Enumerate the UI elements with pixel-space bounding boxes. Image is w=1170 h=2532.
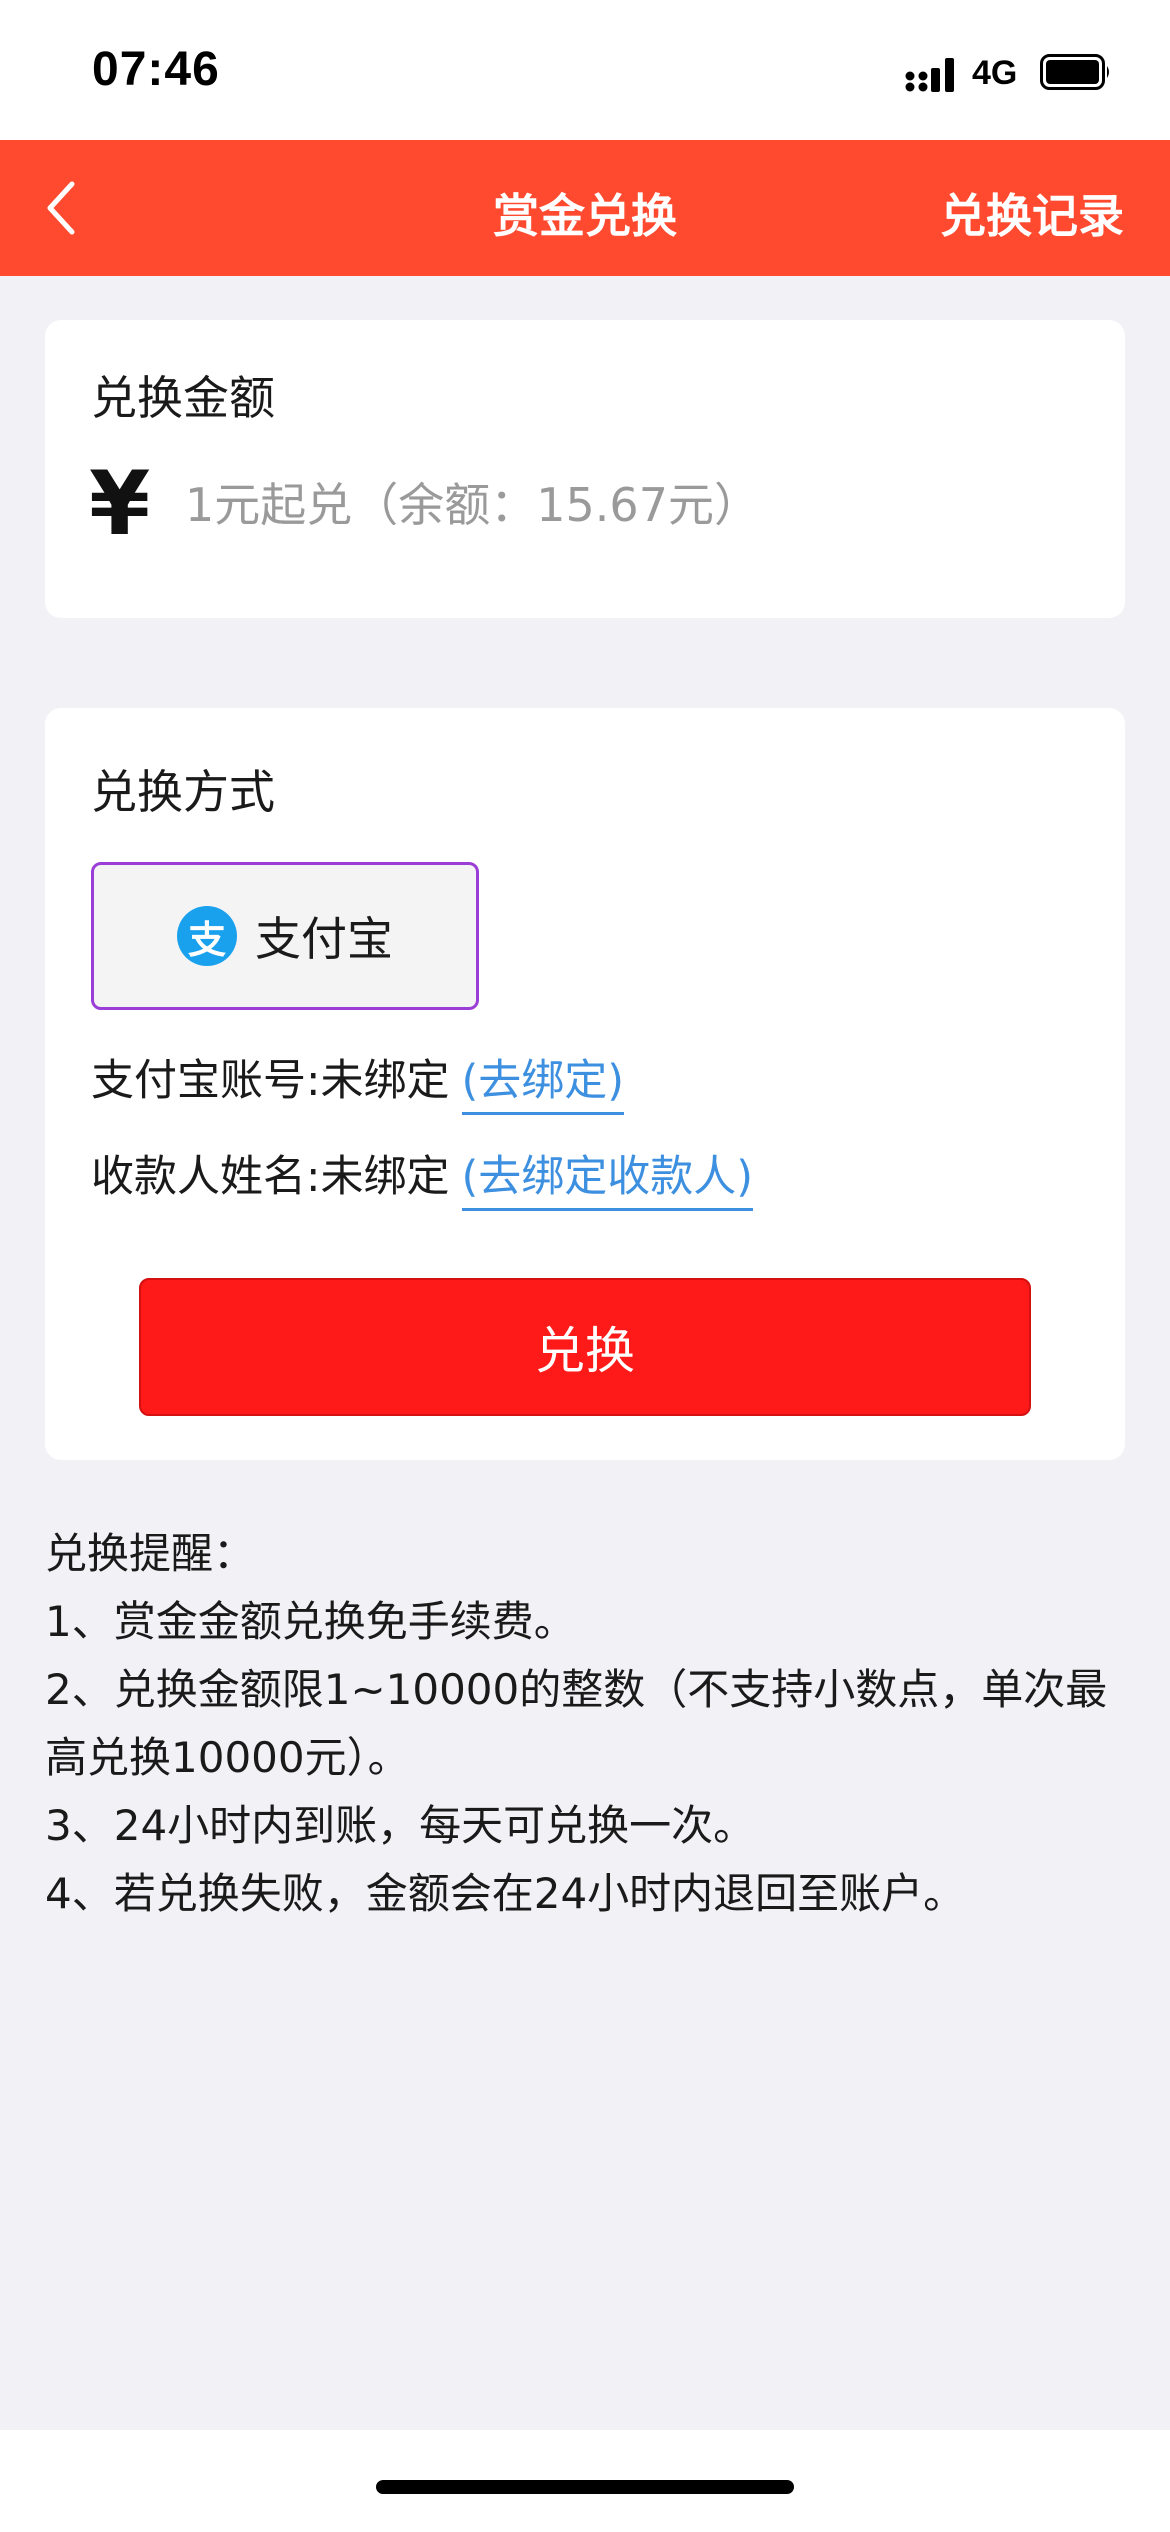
network-label: 4G	[972, 54, 1018, 92]
method-section-title: 兑换方式	[91, 765, 275, 819]
payee-name-row: 收款人姓名:未绑定 (去绑定收款人)	[91, 1142, 754, 1211]
tip-item: 4、若兑换失败，金额会在24小时内退回至账户。	[45, 1869, 966, 1918]
exchange-records-link[interactable]: 兑换记录	[940, 180, 1124, 246]
amount-section-title: 兑换金额	[91, 371, 275, 425]
home-indicator[interactable]	[376, 2480, 794, 2494]
nav-bar: 赏金兑换 兑换记录	[0, 140, 1170, 276]
payee-name-label: 收款人姓名:未绑定	[91, 1152, 450, 1202]
alipay-account-label: 支付宝账号:未绑定	[91, 1056, 450, 1106]
tips-heading: 兑换提醒：	[45, 1529, 256, 1578]
bind-account-link[interactable]: (去绑定)	[461, 1056, 625, 1115]
tip-item: 2、兑换金额限1~10000的整数（不支持小数点，单次最高兑换10000元）。	[45, 1665, 1108, 1782]
alipay-icon: 支	[177, 906, 237, 966]
amount-input[interactable]	[185, 470, 1065, 540]
bind-payee-link[interactable]: (去绑定收款人)	[461, 1152, 754, 1211]
signal-icon	[905, 58, 954, 92]
battery-icon	[1040, 54, 1109, 90]
alipay-option-label: 支付宝	[255, 912, 393, 966]
tip-item: 3、24小时内到账，每天可兑换一次。	[45, 1801, 756, 1850]
exchange-button[interactable]: 兑换	[139, 1278, 1031, 1416]
method-card: 兑换方式 支 支付宝 支付宝账号:未绑定 (去绑定) 收款人姓名:未绑定 (去绑定收…	[45, 708, 1125, 1460]
amount-card: 兑换金额 ¥	[45, 320, 1125, 618]
home-indicator-area	[0, 2430, 1170, 2532]
status-time: 07:46	[92, 43, 220, 96]
alipay-account-row: 支付宝账号:未绑定 (去绑定)	[91, 1046, 625, 1115]
tip-item: 1、赏金金额兑换免手续费。	[45, 1597, 576, 1646]
yen-icon: ¥	[89, 452, 151, 555]
alipay-option[interactable]: 支 支付宝	[91, 862, 479, 1010]
exchange-tips: 兑换提醒： 1、赏金金额兑换免手续费。 2、兑换金额限1~10000的整数（不支…	[45, 1520, 1135, 1928]
status-bar: 07:46 4G	[0, 0, 1170, 140]
